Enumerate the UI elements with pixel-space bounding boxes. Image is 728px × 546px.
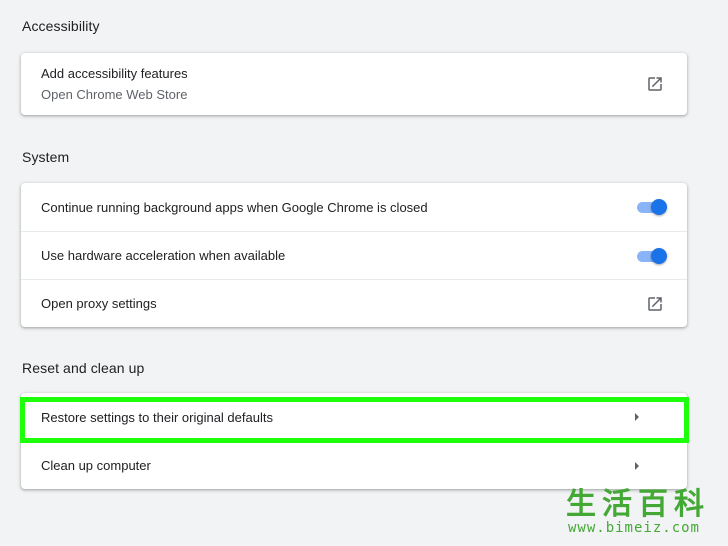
proxy-settings-row[interactable]: Open proxy settings <box>21 279 687 327</box>
system-card: Continue running background apps when Go… <box>21 183 687 327</box>
watermark: 生 活 百 科 www.bimeiz.com <box>530 490 710 538</box>
proxy-settings-label: Open proxy settings <box>41 296 157 311</box>
accessibility-card: Add accessibility features Open Chrome W… <box>21 53 687 115</box>
watermark-logo: 生 活 百 科 <box>566 487 704 522</box>
add-accessibility-label: Add accessibility features <box>41 66 188 81</box>
add-accessibility-features-row[interactable]: Add accessibility features Open Chrome W… <box>21 53 687 115</box>
section-title-accessibility: Accessibility <box>22 18 100 34</box>
restore-defaults-row[interactable]: Restore settings to their original defau… <box>21 393 687 441</box>
chrome-web-store-sublabel: Open Chrome Web Store <box>41 87 188 102</box>
reset-card: Restore settings to their original defau… <box>21 393 687 489</box>
open-in-new-icon[interactable] <box>646 75 664 93</box>
hardware-acceleration-label: Use hardware acceleration when available <box>41 248 286 263</box>
hardware-acceleration-toggle[interactable] <box>637 247 667 265</box>
clean-up-computer-row[interactable]: Clean up computer <box>21 441 687 489</box>
open-in-new-icon[interactable] <box>646 295 664 313</box>
arrow-right-icon <box>635 413 639 421</box>
arrow-right-icon <box>635 461 639 470</box>
background-apps-toggle[interactable] <box>637 198 667 216</box>
hardware-acceleration-row[interactable]: Use hardware acceleration when available <box>21 231 687 279</box>
watermark-url: www.bimeiz.com <box>567 520 700 536</box>
background-apps-label: Continue running background apps when Go… <box>41 199 428 215</box>
clean-up-computer-label: Clean up computer <box>41 458 151 473</box>
restore-defaults-label: Restore settings to their original defau… <box>41 409 273 425</box>
section-title-reset: Reset and clean up <box>22 360 145 376</box>
background-apps-row[interactable]: Continue running background apps when Go… <box>21 183 687 231</box>
section-title-system: System <box>22 149 70 165</box>
